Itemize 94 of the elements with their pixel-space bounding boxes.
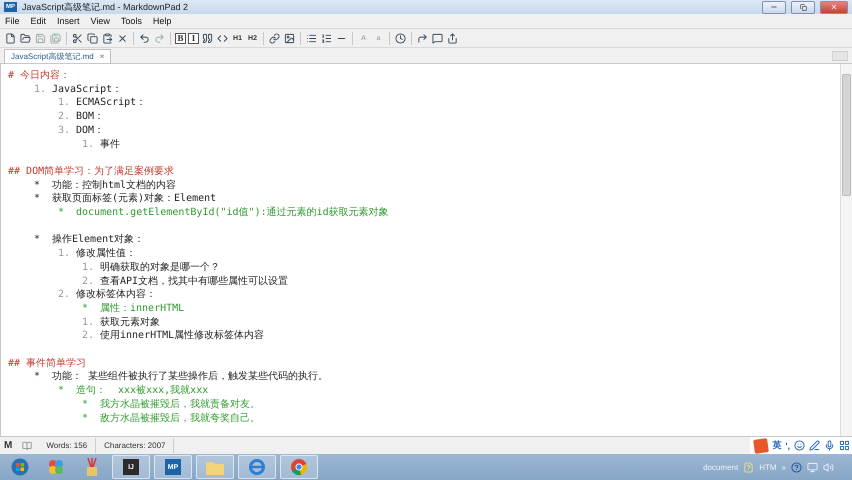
window-title: JavaScript高级笔记.md - MarkdownPad 2 bbox=[22, 0, 190, 14]
smiley-icon[interactable] bbox=[794, 440, 805, 451]
image-button[interactable] bbox=[283, 31, 296, 45]
restore-icon bbox=[800, 4, 806, 10]
bullet-list-icon bbox=[306, 32, 317, 44]
chrome-icon bbox=[291, 459, 307, 475]
menu-item[interactable]: Insert bbox=[57, 16, 80, 26]
list-line: 1. 事件 bbox=[81, 138, 121, 152]
character-count: Characters: 2007 bbox=[96, 438, 174, 453]
brush-cup-icon bbox=[85, 458, 99, 476]
new-file-button[interactable] bbox=[4, 31, 17, 45]
start-orb-icon bbox=[11, 458, 29, 476]
scissors-button[interactable] bbox=[71, 31, 84, 45]
tab-title: JavaScript高级笔记.md bbox=[11, 51, 94, 62]
list-line: 1. JavaScript： bbox=[33, 82, 124, 96]
folder-icon bbox=[206, 460, 224, 474]
colored-tiles-icon bbox=[48, 459, 64, 475]
markdown-mode-glyph: M bbox=[3, 440, 14, 451]
delete-icon bbox=[117, 32, 128, 44]
list-line: * 功能：控制html文档的内容 bbox=[33, 178, 178, 192]
list-line: 1. ECMAScript： bbox=[57, 96, 148, 110]
menu-item[interactable]: Edit bbox=[30, 16, 46, 26]
input-mode-toggle[interactable]: 英 bbox=[772, 439, 782, 452]
redo-icon bbox=[154, 32, 165, 44]
image-icon bbox=[284, 32, 295, 44]
restore-button[interactable] bbox=[791, 0, 815, 14]
heading-line: # 今日内容： bbox=[8, 69, 72, 83]
menu-item[interactable]: Help bbox=[152, 16, 172, 26]
clock-icon bbox=[395, 32, 406, 44]
code-line: * document.getElementById("id值"):通过元素的id获取元素对象 bbox=[57, 206, 390, 220]
punctuation-toggle[interactable]: ', bbox=[785, 440, 790, 450]
italic-button[interactable]: I bbox=[188, 32, 199, 44]
heading-line: ## DOM简单学习：为了满足案例要求 bbox=[8, 164, 176, 179]
help-icon[interactable] bbox=[791, 462, 802, 472]
list-line: * 获取页面标签(元素)对象：Element bbox=[33, 192, 218, 206]
minimize-button[interactable] bbox=[762, 0, 786, 14]
pen-icon[interactable] bbox=[809, 440, 820, 451]
list-line: 2. 修改标签体内容： bbox=[57, 288, 157, 302]
quote-icon bbox=[202, 32, 213, 44]
link-button[interactable] bbox=[268, 31, 281, 45]
word-count: Words: 156 bbox=[38, 438, 96, 453]
scrollbar[interactable] bbox=[840, 64, 852, 436]
list-line: 1. 明确获取的对象是哪一个？ bbox=[81, 260, 221, 275]
code-line: * 敌方水晶被摧毁后，我就夸奖自己。 bbox=[81, 412, 261, 426]
menu-item[interactable]: File bbox=[5, 16, 20, 26]
copy-button[interactable] bbox=[86, 31, 99, 45]
export-button[interactable] bbox=[446, 31, 459, 45]
link-icon bbox=[269, 32, 280, 44]
microphone-icon[interactable] bbox=[824, 440, 835, 451]
taskbar-button[interactable] bbox=[238, 455, 276, 479]
list-line: 3. DOM： bbox=[57, 124, 106, 138]
folder-button[interactable] bbox=[19, 31, 32, 45]
undo-icon bbox=[139, 32, 150, 44]
list-line: 1. 获取元素对象 bbox=[81, 316, 161, 330]
browser-e-icon bbox=[249, 459, 265, 475]
paste-icon bbox=[102, 32, 113, 44]
list-line: 1. 修改属性值： bbox=[57, 247, 137, 261]
numbered-list-icon bbox=[321, 32, 332, 44]
save-all-icon bbox=[50, 32, 61, 44]
document-tab[interactable]: JavaScript高级笔记.md × bbox=[4, 49, 112, 63]
code-icon bbox=[217, 32, 228, 44]
list-line: 2. 查看API文档，找其中有哪些属性可以设置 bbox=[81, 274, 290, 288]
export-icon bbox=[447, 32, 458, 44]
file-type-label: HTM bbox=[759, 462, 777, 472]
menu-item[interactable]: Tools bbox=[120, 16, 142, 26]
list-line: 2. BOM： bbox=[57, 110, 106, 124]
quote-button[interactable] bbox=[201, 31, 214, 45]
clock-button[interactable] bbox=[394, 31, 407, 45]
copy-icon bbox=[87, 32, 98, 44]
code-line: * 属性：innerHTML bbox=[81, 302, 186, 316]
close-button[interactable] bbox=[820, 0, 848, 14]
scissors-icon bbox=[72, 32, 83, 44]
taskbar-button[interactable] bbox=[280, 455, 318, 479]
tab-close-button[interactable]: × bbox=[100, 52, 104, 61]
speech-bubble-icon bbox=[432, 32, 443, 44]
book-icon[interactable] bbox=[22, 440, 32, 450]
heading-line: ## 事件简单学习 bbox=[8, 356, 88, 370]
menu-item[interactable]: View bbox=[90, 16, 110, 26]
toolbar-label: document bbox=[703, 462, 738, 472]
close-icon bbox=[830, 3, 838, 11]
save-icon bbox=[35, 32, 46, 44]
list-line: * 功能： 某些组件被执行了某些操作后，触发某些代码的执行。 bbox=[33, 370, 330, 384]
input-method-logo[interactable] bbox=[753, 438, 770, 454]
paste-button[interactable] bbox=[101, 31, 114, 45]
turn-arrow-icon bbox=[417, 32, 428, 44]
code-line: * 造句： xxx被xxx,我就xxx bbox=[57, 384, 210, 398]
folder-icon bbox=[20, 32, 31, 44]
bold-button[interactable]: B bbox=[175, 32, 186, 44]
list-line: 2. 使用innerHTML属性修改标签体内容 bbox=[81, 329, 266, 344]
grid-icon[interactable] bbox=[839, 440, 850, 451]
list-line: * 操作Element对象： bbox=[33, 233, 146, 248]
new-file-icon bbox=[5, 32, 16, 44]
speech-bubble-button[interactable] bbox=[431, 31, 444, 45]
code-line: * 我方水晶被摧毁后，我就责备对友。 bbox=[81, 398, 261, 412]
